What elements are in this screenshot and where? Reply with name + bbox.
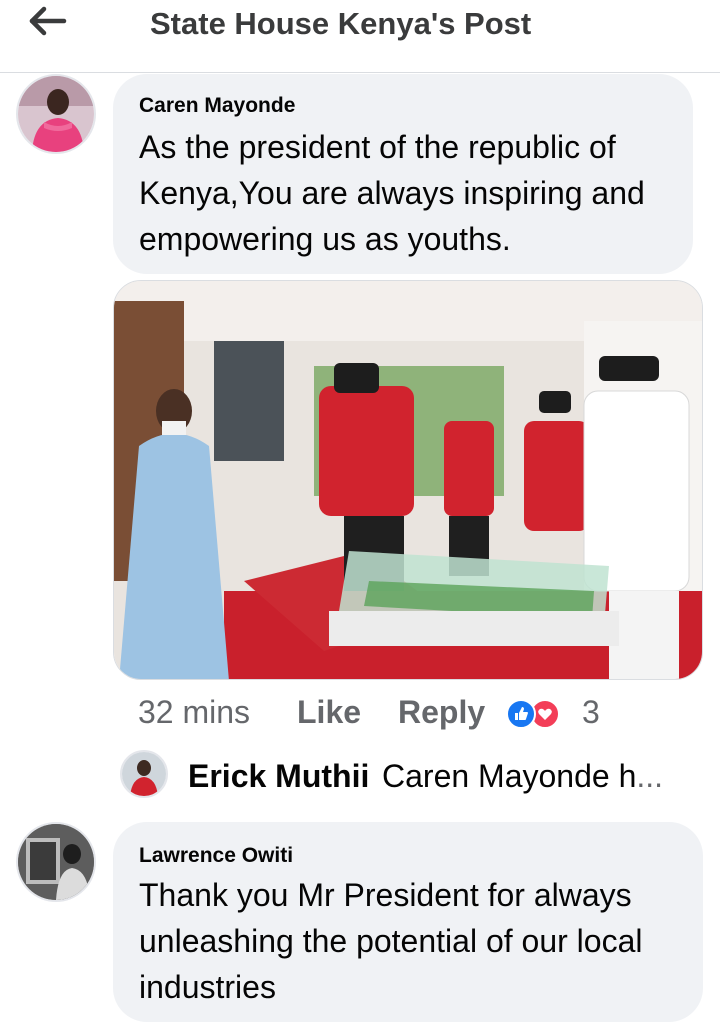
reactions-summary[interactable]: 3 <box>506 694 616 730</box>
reply-text: Caren Mayonde h... <box>382 758 664 794</box>
reply-preview[interactable]: Erick Muthii Caren Mayonde h... <box>120 748 710 804</box>
top-bar: State House Kenya's Post <box>0 0 720 73</box>
comment-text: As the president of the republic of Keny… <box>139 129 645 257</box>
comment-bubble[interactable]: Lawrence Owiti Thank you Mr President fo… <box>113 822 703 1022</box>
comment-photo[interactable] <box>113 280 703 680</box>
reply-ellipsis: ... <box>636 758 664 794</box>
comment-timestamp: 32 mins <box>138 694 251 730</box>
comment-author[interactable]: Lawrence Owiti <box>139 844 293 868</box>
like-button[interactable]: Like <box>297 694 361 731</box>
arrow-left-icon[interactable] <box>28 4 68 38</box>
comment-text: Thank you Mr President for always unleas… <box>139 877 643 1005</box>
avatar[interactable] <box>120 750 168 798</box>
reaction-count: 3 <box>582 694 600 730</box>
page-title: State House Kenya's Post <box>150 6 532 41</box>
reply-button[interactable]: Reply <box>398 694 485 731</box>
avatar[interactable] <box>16 822 96 902</box>
like-icon <box>506 699 536 729</box>
comment-author[interactable]: Caren Mayonde <box>139 94 295 118</box>
reply-author[interactable]: Erick Muthii <box>188 758 369 795</box>
avatar[interactable] <box>16 74 96 154</box>
comment-bubble[interactable]: Caren Mayonde As the president of the re… <box>113 74 693 274</box>
